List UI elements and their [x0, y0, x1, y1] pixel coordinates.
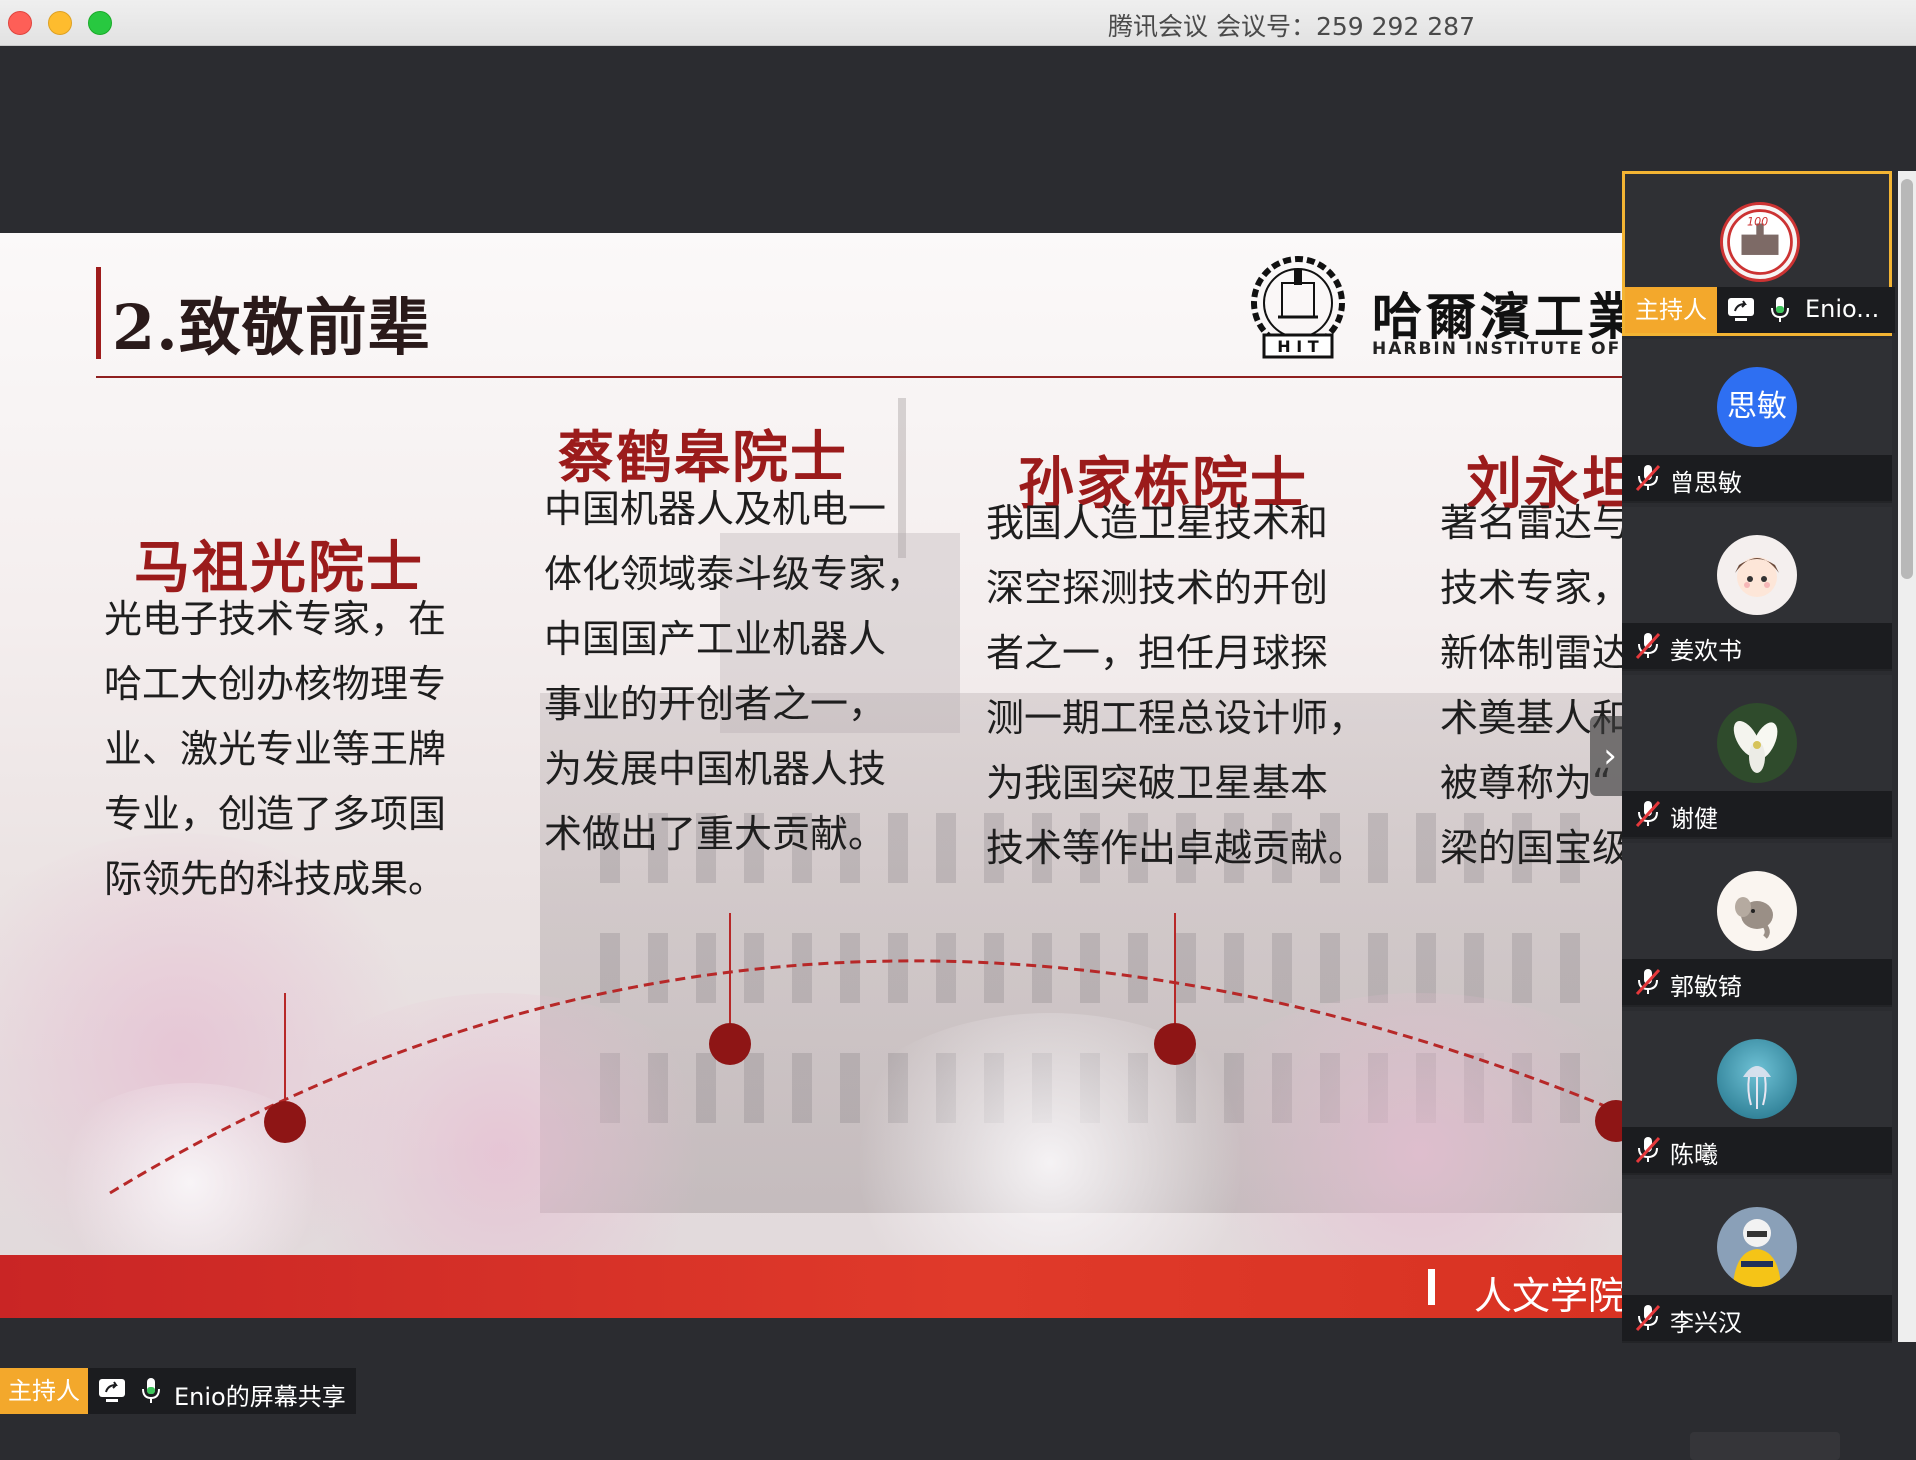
participant-tile[interactable]: 思敏 曾思敏 [1622, 339, 1892, 503]
screen-share-label: Enio的屏幕共享 [174, 1383, 346, 1411]
participant-name: 姜欢书 [1670, 637, 1742, 665]
maximize-window-button[interactable] [88, 11, 112, 35]
muted-microphone-icon [1635, 632, 1661, 660]
participant-panel: 100 主持人 Enio... 思敏 曾思敏 姜欢书 谢健 郭敏锜 陈曦 李兴汉 [1622, 171, 1895, 1343]
minimize-window-button[interactable] [48, 11, 72, 35]
participant-name: 郭敏锜 [1670, 973, 1742, 1001]
participant-name: 曾思敏 [1670, 469, 1742, 497]
participant-tile[interactable]: 郭敏锜 [1622, 843, 1892, 1007]
participant-tile[interactable]: 陈曦 [1622, 1011, 1892, 1175]
meeting-stage: 2.致敬前辈 H I T 哈爾濱工業大 HARBIN INSTITUTE OF … [0, 46, 1916, 1460]
host-badge: 主持人 [1625, 287, 1717, 333]
participant-name: 谢健 [1670, 805, 1718, 833]
muted-microphone-icon [1635, 464, 1661, 492]
hockey-player-avatar [1717, 1207, 1797, 1287]
initials-avatar: 思敏 [1717, 367, 1797, 447]
screen-share-icon [1728, 298, 1754, 321]
participant-name: Enio... [1805, 295, 1880, 323]
footer-label: 人文学院 [1474, 1274, 1622, 1318]
slide-footer-band [0, 1255, 1622, 1318]
scrollbar-thumb[interactable] [1901, 179, 1913, 579]
lily-flower-avatar [1717, 703, 1797, 783]
muted-microphone-icon [1635, 800, 1661, 828]
participant-nameplate: 郭敏锜 [1622, 959, 1892, 1005]
participant-name: 李兴汉 [1670, 1309, 1742, 1337]
participant-tile[interactable]: 李兴汉 [1622, 1179, 1892, 1343]
participant-nameplate: 谢健 [1622, 791, 1892, 837]
screen-share-status-bar: 主持人 Enio的屏幕共享 [0, 1368, 356, 1414]
svg-text:100: 100 [1747, 215, 1768, 228]
participant-scrollbar[interactable] [1898, 171, 1916, 1342]
participant-tile[interactable]: 谢健 [1622, 675, 1892, 839]
muted-microphone-icon [1635, 1304, 1661, 1332]
microphone-icon [1771, 297, 1789, 322]
participant-tile[interactable]: 姜欢书 [1622, 507, 1892, 671]
host-badge: 主持人 [0, 1368, 88, 1414]
hit-logo-avatar: 100 [1720, 202, 1800, 282]
microphone-icon [142, 1378, 160, 1403]
toolbar-hint [1690, 1432, 1840, 1460]
muted-microphone-icon [1635, 1136, 1661, 1164]
participant-name: 陈曦 [1670, 1141, 1718, 1169]
muted-microphone-icon [1635, 968, 1661, 996]
participant-nameplate: 主持人 Enio... [1625, 287, 1895, 333]
footer-divider-mark [1428, 1269, 1435, 1305]
shared-slide[interactable]: 2.致敬前辈 H I T 哈爾濱工業大 HARBIN INSTITUTE OF … [0, 233, 1622, 1318]
cartoon-elephant-avatar [1717, 871, 1797, 951]
screen-share-icon [99, 1379, 125, 1402]
window-titlebar: 腾讯会议 会议号：259 292 287 [0, 0, 1916, 46]
cartoon-girl-avatar [1717, 535, 1797, 615]
window-title: 腾讯会议 会议号：259 292 287 [1108, 12, 1475, 41]
participant-nameplate: 陈曦 [1622, 1127, 1892, 1173]
timeline-graphic [109, 913, 1622, 1195]
close-window-button[interactable] [8, 11, 32, 35]
jellyfish-avatar [1717, 1039, 1797, 1119]
participant-nameplate: 李兴汉 [1622, 1295, 1892, 1341]
participant-nameplate: 姜欢书 [1622, 623, 1892, 669]
participant-tile-host[interactable]: 100 主持人 Enio... [1622, 171, 1895, 336]
participant-nameplate: 曾思敏 [1622, 455, 1892, 501]
